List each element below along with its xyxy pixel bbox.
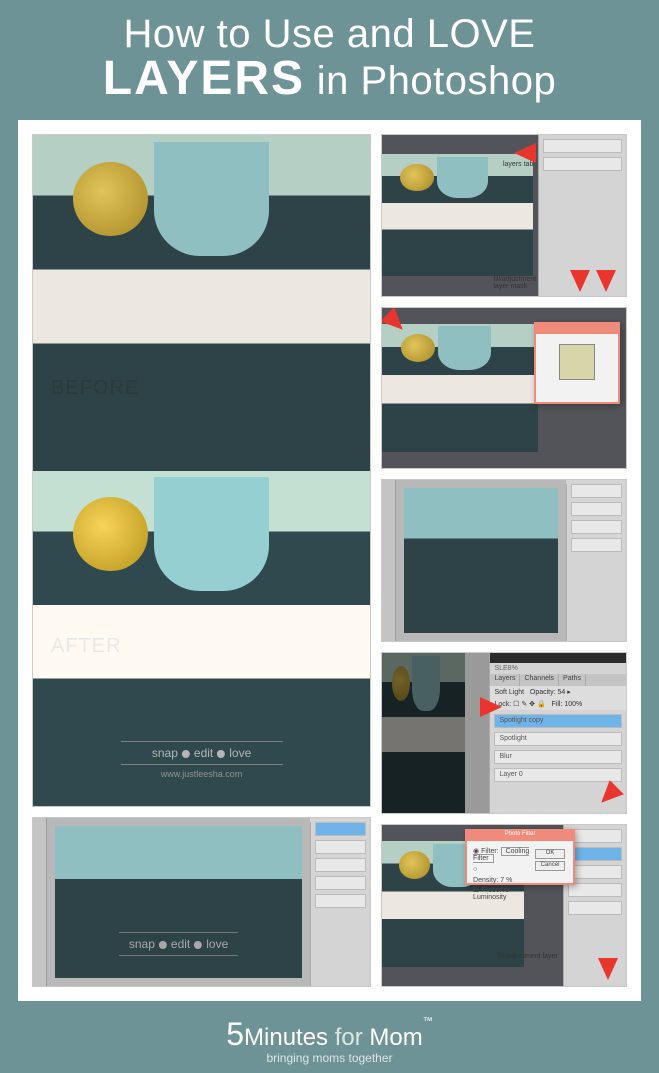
footer-tagline: bringing moms together	[266, 1051, 392, 1065]
watermark-love: love	[229, 746, 251, 760]
thumb3-toolbar	[382, 480, 396, 641]
thumb-3-full-workspace	[381, 479, 627, 642]
before-label: BEFORE	[51, 377, 139, 400]
watermark: snap edit love www.justleesha.com	[100, 737, 302, 779]
ps-canvas: snapeditlove	[47, 818, 310, 986]
logo-5: 5	[226, 1016, 244, 1052]
arrow-down-icon	[598, 958, 618, 980]
tab-channels[interactable]: Channels	[520, 674, 559, 686]
tab-paths[interactable]: Paths	[559, 674, 586, 686]
title-layers: LAYERS	[103, 52, 305, 105]
photo-filter-dialog: Photo Filter ◉ Filter: Cooling Filter ○ …	[465, 829, 575, 885]
cancel-button[interactable]: Cancel	[535, 861, 565, 871]
site-footer: 5Minutes for Mom™ bringing moms together	[0, 1007, 659, 1073]
layer-row-2[interactable]: Blur	[494, 750, 622, 764]
arrow-down-1-icon	[596, 270, 616, 292]
layer-row-0[interactable]: Spotlight copy	[494, 714, 622, 728]
thumb3-side	[566, 480, 626, 641]
page-title: How to Use and LOVE LAYERS in Photoshop	[0, 0, 659, 112]
opacity-label: Opacity:	[530, 689, 556, 696]
title-rest: in Photoshop	[305, 59, 556, 103]
thumb-4-opacity-panel: SLE8% LayersChannelsPaths Soft Light Opa…	[381, 652, 627, 815]
fill-label: Fill:	[552, 701, 563, 708]
color-options-dialog	[534, 322, 620, 404]
before-photo	[33, 135, 370, 471]
thumb4-gutter	[465, 653, 489, 814]
thumb1-photo	[382, 154, 533, 276]
watermark-snap: snap	[152, 746, 178, 760]
mini-watermark: snapeditlove	[104, 928, 252, 960]
footer-logo: 5Minutes for Mom™	[226, 1016, 433, 1053]
ps-toolbar	[33, 818, 47, 986]
layer-row-1[interactable]: Spotlight	[494, 732, 622, 746]
density-value[interactable]: 7 %	[500, 877, 512, 884]
blend-mode-select[interactable]: Soft Light	[494, 689, 524, 696]
thumb-2-color-dialog	[381, 307, 627, 470]
layers-tab-label: layers tab	[503, 161, 533, 168]
title-line2: LAYERS in Photoshop	[20, 51, 639, 106]
watermark-url: www.justleesha.com	[100, 769, 302, 779]
color-swatch	[559, 344, 595, 380]
collage-board: snapeditlove www.justleesha.com BEFORE A…	[18, 120, 641, 1001]
density-label: Density:	[473, 877, 498, 884]
before-after-panel: snap edit love www.justleesha.com BEFORE A…	[32, 134, 371, 807]
photoshop-full-screenshot: snapeditlove	[32, 817, 371, 987]
arrow-down-2-icon	[570, 270, 590, 292]
arrow-to-opacity-icon	[480, 697, 502, 717]
thumb2-photo	[382, 324, 538, 452]
watermark-edit: edit	[194, 746, 213, 760]
logo-mom: Mom	[369, 1024, 422, 1051]
thumb3-canvas	[396, 480, 566, 641]
logo-minutes: Minutes	[244, 1024, 328, 1051]
fill-value[interactable]: 100%	[564, 701, 582, 708]
ps-panels	[310, 818, 370, 986]
logo-tm: ™	[423, 1016, 433, 1027]
opacity-value[interactable]: 54	[558, 689, 566, 696]
fill-adj-label: fill/adjustment layer	[498, 953, 558, 960]
mask-label: fill/adjustment layer mask	[493, 276, 533, 290]
layer-row-3[interactable]: Layer 0	[494, 768, 622, 782]
logo-for: for	[335, 1024, 363, 1051]
arrow-to-tab-icon	[514, 143, 536, 163]
after-label: AFTER	[51, 635, 122, 658]
thumb4-photo-edge	[382, 653, 465, 814]
tab-layers[interactable]: Layers	[490, 674, 520, 686]
thumb-5-photofilter: Photo Filter ◉ Filter: Cooling Filter ○ …	[381, 824, 627, 987]
thumb-1-layers-tab: layers tab fill/adjustment layer mask	[381, 134, 627, 297]
ok-button[interactable]: OK	[535, 849, 565, 859]
preserve-luminosity-checkbox[interactable]: Preserve Luminosity	[473, 887, 509, 901]
dialog-title: Photo Filter	[467, 831, 573, 841]
